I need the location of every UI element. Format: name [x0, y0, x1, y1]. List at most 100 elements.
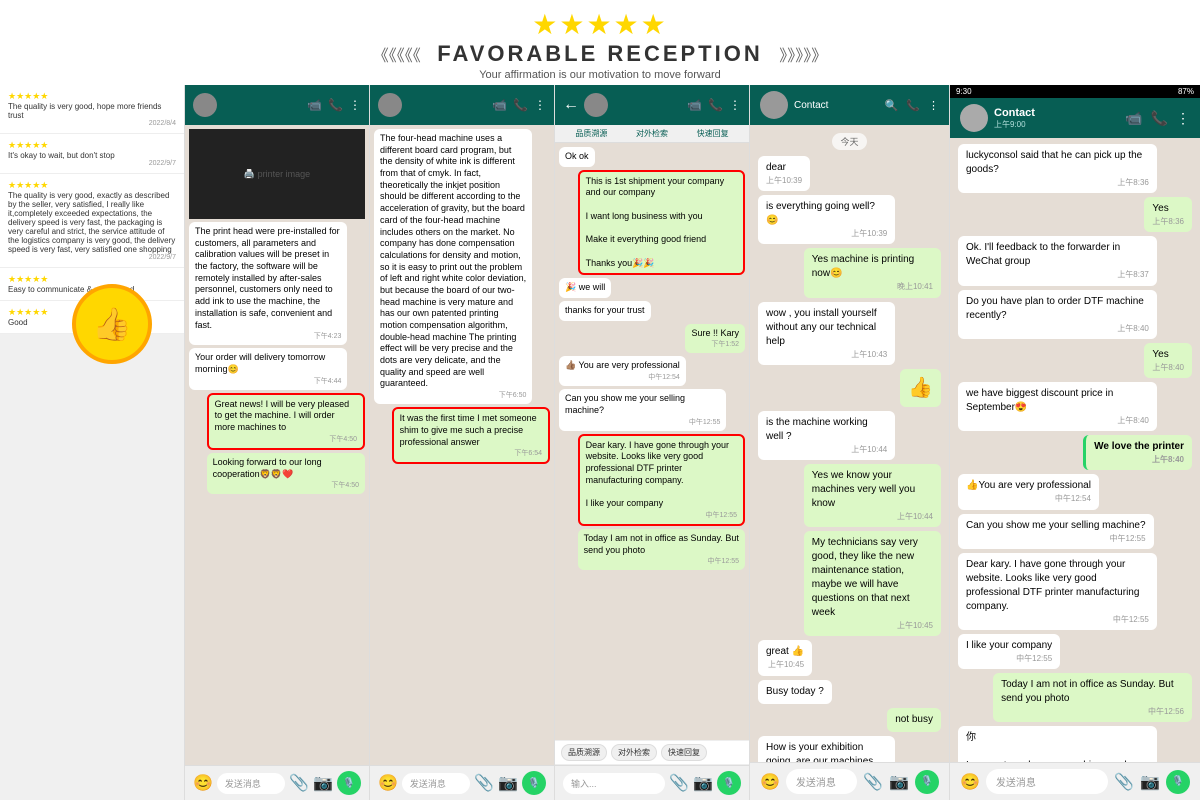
option-search[interactable]: 对外检索	[636, 128, 668, 139]
chat3-footer: 输入... 📎 📷 🎙️	[555, 765, 749, 800]
call-icon-right[interactable]: 📞	[1151, 110, 1168, 127]
chat3-msg-9: Today I am not in office as Sunday. But …	[578, 529, 745, 570]
chat-middle-header: Contact 🔍 📞 ⋮	[750, 85, 949, 125]
review-item: ★★★★★ The quality is very good, exactly …	[0, 174, 184, 268]
right-msg-we-love-printer: We love the printer 上午8:40	[1083, 435, 1192, 470]
chat1-msg-2: Your order will delivery tomorrow mornin…	[189, 348, 347, 389]
chat3-msg-2: This is 1st shipment your company and ou…	[578, 170, 745, 276]
option-reply[interactable]: 快速回复	[697, 128, 729, 139]
menu-icon-mid[interactable]: ⋮	[928, 99, 939, 112]
call-icon-2[interactable]: 📞	[513, 98, 528, 112]
mid-msg-4: wow , you install yourself without any o…	[758, 302, 895, 365]
chat-middle-footer: 😊 发送消息 📎 📷 🎙️	[750, 762, 949, 800]
search-icon-mid[interactable]: 🔍	[885, 99, 899, 112]
emoji-icon[interactable]: 😊	[193, 773, 213, 793]
chat3-body: Ok ok This is 1st shipment your company …	[555, 143, 749, 740]
chat-panel-2: 📹 📞 ⋮ The four-head machine uses a diffe…	[370, 85, 555, 800]
menu-icon-right[interactable]: ⋮	[1176, 110, 1190, 127]
chat1-header: 📹 📞 ⋮	[185, 85, 369, 125]
thumbs-up-badge: 👍	[72, 284, 152, 364]
right-msg-9: Can you show me your selling machine? 中午…	[958, 514, 1154, 549]
chat1-msg-4: Looking forward to our long cooperation🦁…	[207, 453, 365, 494]
video-call-icon[interactable]: 📹	[307, 98, 322, 112]
reviews-panel: ★★★★★ The quality is very good, hope mor…	[0, 85, 185, 800]
chat2-input[interactable]: 发送消息	[402, 773, 470, 794]
right-msg-4: Do you have plan to order DTF machine re…	[958, 290, 1157, 339]
mid-msg-2: is everything going well?😊 上午10:39	[758, 195, 895, 244]
quick-reply-btn-1[interactable]: 品质溯源	[561, 744, 607, 761]
call-icon[interactable]: 📞	[328, 98, 343, 112]
camera-icon[interactable]: 📷	[313, 773, 333, 793]
header-section: ★★★★★ 《《《《《 FAVORABLE RECEPTION 》》》》》 Yo…	[0, 0, 1200, 85]
status-bar: 9:30 87%	[950, 85, 1200, 98]
mid-msg-9: great 👍 上午10:45	[758, 640, 812, 675]
chat3-quick-replies: 品质溯源 对外检索 快速回复	[555, 740, 749, 765]
chat-middle-send-button[interactable]: 🎙️	[915, 770, 939, 794]
review-stars: ★★★★★	[8, 180, 176, 191]
favorable-title-row: 《《《《《 FAVORABLE RECEPTION 》》》》》	[0, 41, 1200, 67]
chat3-msg-3: 🎉 we will	[559, 278, 611, 298]
camera-icon-2[interactable]: 📷	[498, 773, 518, 793]
chat3-msg-8: Dear kary. I have gone through your webs…	[578, 434, 745, 526]
attach-icon-3[interactable]: 📎	[669, 773, 689, 793]
review-item: ★★★★★ The quality is very good, hope mor…	[0, 85, 184, 134]
right-contact-name: Contact	[994, 107, 1035, 119]
chat3-input[interactable]: 输入...	[563, 773, 665, 794]
mid-msg-6: is the machine working well ? 上午10:44	[758, 411, 895, 460]
camera-icon-3[interactable]: 📷	[693, 773, 713, 793]
option-source[interactable]: 品质溯源	[575, 128, 607, 139]
chat1-footer: 😊 发送消息 📎 📷 🎙️	[185, 765, 369, 800]
chat3-options-bar: 品质溯源 对外检索 快速回复	[555, 125, 749, 143]
chat-right-input[interactable]: 发送消息	[986, 769, 1108, 794]
quick-reply-btn-3[interactable]: 快速回复	[661, 744, 707, 761]
camera-icon-mid[interactable]: 📷	[889, 772, 909, 792]
attach-icon[interactable]: 📎	[289, 773, 309, 793]
review-stars: ★★★★★	[8, 274, 176, 285]
chat1-send-button[interactable]: 🎙️	[337, 771, 361, 795]
mid-msg-3: Yes machine is printing now😊 晚上10:41	[804, 248, 941, 297]
right-contact-status: 上午9:00	[994, 119, 1035, 130]
camera-icon-right[interactable]: 📷	[1140, 772, 1160, 792]
mid-msg-1: dear 上午10:39	[758, 156, 810, 191]
right-msg-3: Ok. I'll feedback to the forwarder in We…	[958, 236, 1157, 285]
review-stars: ★★★★★	[8, 140, 176, 151]
status-battery: 87%	[1178, 87, 1194, 96]
stars-display: ★★★★★	[0, 8, 1200, 41]
review-item: ★★★★★ It's okay to wait, but don't stop …	[0, 134, 184, 174]
chat2-send-button[interactable]: 🎙️	[522, 771, 546, 795]
chat2-msg-2: It was the first time I met someone shim…	[392, 407, 550, 464]
chat3-send-button[interactable]: 🎙️	[717, 771, 741, 795]
emoji-icon-2[interactable]: 😊	[378, 773, 398, 793]
chat-panel-3: ← 📹 📞 ⋮ 品质溯源 对外检索 快速回复 Ok ok Th	[555, 85, 750, 800]
chat1-input[interactable]: 发送消息	[217, 773, 285, 794]
video-call-icon-2[interactable]: 📹	[492, 98, 507, 112]
chat3-icons: 📹 📞 ⋮	[687, 98, 741, 112]
attach-icon-right[interactable]: 📎	[1114, 772, 1134, 792]
chat-right-send-button[interactable]: 🎙️	[1166, 770, 1190, 794]
video-call-icon-3[interactable]: 📹	[687, 98, 702, 112]
emoji-icon-right[interactable]: 😊	[960, 772, 980, 792]
quick-reply-btn-2[interactable]: 对外检索	[611, 744, 657, 761]
chat-middle-input[interactable]: 发送消息	[786, 769, 857, 794]
attach-icon-2[interactable]: 📎	[474, 773, 494, 793]
menu-icon[interactable]: ⋮	[349, 98, 361, 112]
call-icon-mid[interactable]: 📞	[906, 99, 920, 112]
menu-icon-3[interactable]: ⋮	[729, 98, 741, 112]
chat1-icons: 📹 📞 ⋮	[307, 98, 361, 112]
chat-right-panel: 9:30 87% Contact 上午9:00 📹 📞 ⋮	[950, 85, 1200, 800]
back-icon-3[interactable]: ←	[563, 96, 579, 114]
menu-icon-2[interactable]: ⋮	[534, 98, 546, 112]
right-msg-6: we have biggest discount price in Septem…	[958, 382, 1157, 431]
mid-msg-7: Yes we know your machines very well you …	[804, 464, 941, 527]
chat2-msg-1: The four-head machine uses a different b…	[374, 129, 532, 404]
favorable-title: FAVORABLE RECEPTION	[437, 41, 763, 66]
chat2-header: 📹 📞 ⋮	[370, 85, 554, 125]
video-icon-right[interactable]: 📹	[1125, 110, 1142, 127]
main-area: ★★★★★ The quality is very good, hope mor…	[0, 85, 1200, 800]
emoji-icon-mid[interactable]: 😊	[760, 772, 780, 792]
call-icon-3[interactable]: 📞	[708, 98, 723, 112]
attach-icon-mid[interactable]: 📎	[863, 772, 883, 792]
chat1-printer-image: 🖨️ printer image	[189, 129, 365, 219]
chat-panels-container: 📹 📞 ⋮ 🖨️ printer image The print head we…	[185, 85, 1200, 800]
right-msg-2: Yes 上午8:36	[1144, 197, 1192, 232]
